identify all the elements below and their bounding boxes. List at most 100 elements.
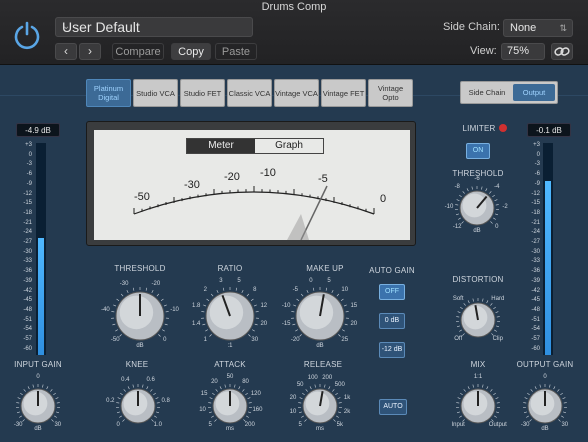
threshold-knob-tick: -40 [101,306,110,313]
power-icon[interactable] [12,20,42,50]
output-level-readout: -0.1 dB [527,123,571,137]
chevron-down-icon: ⌄ [62,21,71,32]
ratio-knob-tick: 3 [219,278,223,285]
preset-menu[interactable]: User Default ⌄ [55,17,253,37]
mix-label: MIX [470,360,486,369]
mix-knob-tick: Input [451,421,465,428]
side-chain-select[interactable]: None ⇅ [503,19,573,37]
release-knob-tick: 5 [298,421,302,428]
meter-tick: -42 [23,287,32,294]
threshold-knob-tick: -20 [151,280,161,287]
output-level-meter [543,143,553,355]
meter-tick: -33 [23,258,32,265]
mix-knob-tick: Output [488,421,507,428]
ratio-knob-tick: 1.4 [192,321,201,328]
circuit-type-vintage-fet[interactable]: Vintage FET [321,79,366,107]
knee-knob-tick: 0.2 [106,397,115,404]
ratio-knob-tick: 1.8 [192,302,201,309]
limiter-on-button[interactable]: ON [466,143,490,159]
auto-gain-off-button[interactable]: OFF [379,284,405,300]
knee-knob-tick: 1.0 [153,421,162,428]
output-gain-knob-tick: 0 [543,374,547,380]
chevron-updown-icon: ⇅ [559,23,567,33]
attack-knob-tick: 120 [250,391,261,398]
circuit-type-studio-fet[interactable]: Studio FET [180,79,225,107]
meter-tick: -9 [26,180,32,187]
mix-knob[interactable] [446,374,510,438]
tab-meter[interactable]: Meter [187,139,255,153]
auto-gain-0db-button[interactable]: 0 dB [379,313,405,329]
next-preset-button[interactable]: › [79,43,101,60]
input-level-meter [36,143,46,355]
meter-tick: -30 [531,248,540,255]
meter-tick: +3 [533,142,540,148]
vu-scale-label: -30 [184,179,200,191]
circuit-type-vintage-opto[interactable]: Vintage Opto [368,79,413,107]
meter-tick: -9 [534,180,540,187]
paste-button[interactable]: Paste [215,43,257,60]
output-meter-button[interactable]: Output [513,84,555,101]
compare-button[interactable]: Compare [112,43,164,60]
meter-tick: -15 [531,200,540,207]
release-knob-tick: 20 [289,394,297,401]
makeup-knob-tick: 25 [341,336,349,343]
meter-tick: -45 [23,297,32,304]
knee-knob[interactable] [106,374,170,438]
circuit-type-classic-vca[interactable]: Classic VCA [227,79,272,107]
makeup-knob-tick: -5 [292,287,298,294]
meter-tick: -57 [23,336,32,342]
makeup-knob-tick: -10 [281,302,291,309]
ratio-knob-tick: 12 [260,302,268,309]
threshold-knob-tick: -50 [110,336,120,343]
meter-tick: -30 [23,248,32,255]
meter-tick: -36 [531,268,540,275]
meter-tick: -12 [23,190,32,197]
side-chain-meter-button[interactable]: Side Chain [465,84,509,101]
vu-scale-label: -5 [318,173,328,185]
prev-preset-button[interactable]: ‹ [55,43,77,60]
output-gain-label: OUTPUT GAIN [516,360,574,369]
distortion-knob-tick: Hard [491,296,505,303]
circuit-type-platinum-digital[interactable]: Platinum Digital [86,79,131,107]
input-gain-knob-unit: dB [34,426,42,432]
meter-tick: -3 [534,161,540,168]
limiter-threshold-knob-tick: 0 [495,223,499,230]
auto-release-button[interactable]: AUTO [379,399,407,415]
copy-button[interactable]: Copy [171,43,211,60]
chevron-right-icon: › [88,44,92,58]
meter-tick: -12 [531,190,540,197]
makeup-knob-tick: 15 [350,302,358,309]
meter-tick: -6 [534,171,540,178]
release-knob-tick: 1k [343,394,351,401]
input-gain-knob-tick: -30 [13,421,23,428]
limiter-threshold-knob-tick: -2 [502,204,508,210]
makeup-knob-tick: -15 [281,321,291,328]
threshold-label: THRESHOLD [114,264,166,273]
release-knob-tick: 2k [343,409,351,416]
meter-tick: -39 [531,277,540,284]
limiter-threshold-knob-tick: -6 [474,176,480,182]
meter-tick: -33 [531,258,540,265]
limiter-threshold-knob-tick: -12 [452,223,462,230]
auto-gain-minus12db-button[interactable]: -12 dB [379,342,405,358]
tab-graph[interactable]: Graph [255,139,323,153]
link-button[interactable] [551,43,573,60]
mix-knob-tick: 1:1 [473,374,483,380]
view-zoom-select[interactable]: 75% [501,43,545,60]
ratio-knob-tick: 30 [251,336,259,343]
attack-knob-tick: 15 [200,391,208,398]
attack-knob-tick: 10 [199,407,206,414]
meter-tick: -18 [23,209,32,216]
attack-label: ATTACK [214,360,246,369]
meter-tick: 0 [536,151,540,158]
limiter-threshold-knob-tick: -10 [444,204,454,210]
attack-knob-unit: ms [226,426,234,432]
makeup-knob-tick: 0 [309,278,313,285]
circuit-type-vintage-vca[interactable]: Vintage VCA [274,79,319,107]
circuit-type-studio-vca[interactable]: Studio VCA [133,79,178,107]
meter-tick: -39 [23,277,32,284]
meter-tick: +3 [25,142,32,148]
meter-tick: -45 [531,297,540,304]
distortion-label: DISTORTION [452,275,504,284]
attack-knob-tick: 200 [244,421,255,428]
